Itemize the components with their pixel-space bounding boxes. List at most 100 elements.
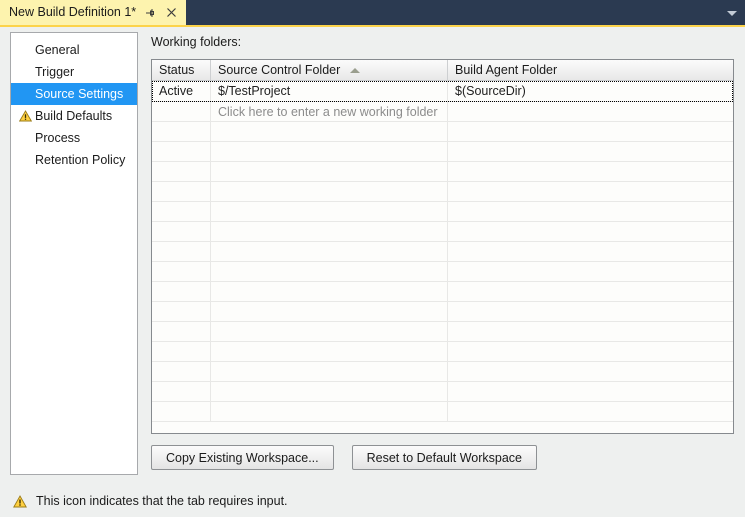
table-row-empty[interactable] (152, 342, 733, 362)
column-header-build-agent-folder[interactable]: Build Agent Folder (448, 60, 733, 80)
sidebar-item-label: Source Settings (35, 86, 124, 101)
table-row-empty[interactable] (152, 282, 733, 302)
table-row-empty[interactable] (152, 202, 733, 222)
tab-new-build-definition[interactable]: New Build Definition 1* (0, 0, 187, 25)
cell-empty[interactable] (448, 362, 733, 381)
cell-empty[interactable] (152, 362, 211, 381)
chevron-down-icon[interactable] (719, 0, 745, 25)
sidebar-item-general[interactable]: General (11, 39, 137, 61)
cell-empty[interactable] (448, 222, 733, 241)
sidebar-item-label: General (35, 42, 80, 57)
warning-triangle-icon (13, 494, 27, 508)
cell-build-agent-folder[interactable] (448, 102, 733, 121)
cell-new-folder-prompt[interactable]: Click here to enter a new working folder (211, 102, 448, 121)
table-row-empty[interactable] (152, 142, 733, 162)
cell-empty[interactable] (152, 242, 211, 261)
cell-empty[interactable] (152, 382, 211, 401)
table-row-empty[interactable] (152, 302, 733, 322)
cell-empty[interactable] (211, 142, 448, 161)
cell-empty[interactable] (448, 382, 733, 401)
cell-status[interactable] (152, 102, 211, 121)
cell-empty[interactable] (152, 262, 211, 281)
sort-ascending-icon (350, 67, 361, 73)
copy-existing-workspace-button[interactable]: Copy Existing Workspace... (151, 445, 334, 470)
cell-empty[interactable] (211, 402, 448, 421)
cell-empty[interactable] (211, 182, 448, 201)
table-row-empty[interactable] (152, 262, 733, 282)
cell-empty[interactable] (211, 322, 448, 341)
cell-empty[interactable] (448, 302, 733, 321)
workspace-button-row: Copy Existing Workspace... Reset to Defa… (151, 445, 538, 470)
cell-empty[interactable] (152, 222, 211, 241)
cell-empty[interactable] (211, 282, 448, 301)
cell-empty[interactable] (211, 342, 448, 361)
status-bar-message: This icon indicates that the tab require… (36, 494, 288, 508)
cell-empty[interactable] (152, 342, 211, 361)
close-icon[interactable] (164, 6, 178, 20)
status-bar: This icon indicates that the tab require… (0, 485, 745, 517)
cell-empty[interactable] (448, 142, 733, 161)
cell-empty[interactable] (152, 182, 211, 201)
cell-empty[interactable] (448, 202, 733, 221)
cell-empty[interactable] (211, 262, 448, 281)
cell-empty[interactable] (211, 302, 448, 321)
cell-empty[interactable] (211, 382, 448, 401)
cell-empty[interactable] (211, 362, 448, 381)
cell-empty[interactable] (211, 122, 448, 141)
cell-empty[interactable] (152, 302, 211, 321)
tab-bar-spacer (186, 0, 719, 25)
table-row-empty[interactable] (152, 242, 733, 262)
column-header-label: Status (159, 63, 195, 77)
cell-empty[interactable] (152, 142, 211, 161)
table-row-empty[interactable] (152, 182, 733, 202)
table-row-new-placeholder[interactable]: Click here to enter a new working folder (152, 102, 733, 122)
cell-empty[interactable] (448, 402, 733, 421)
table-row-empty[interactable] (152, 222, 733, 242)
cell-empty[interactable] (448, 242, 733, 261)
cell-empty[interactable] (152, 402, 211, 421)
cell-empty[interactable] (448, 282, 733, 301)
settings-tab-list-panel: General Trigger Source Settings Build De… (10, 32, 138, 475)
reset-to-default-workspace-button[interactable]: Reset to Default Workspace (351, 445, 538, 470)
grid-header-row: Status Source Control Folder Build Agent… (152, 60, 733, 81)
table-row-empty[interactable] (152, 362, 733, 382)
sidebar-item-label: Build Defaults (35, 108, 113, 123)
cell-empty[interactable] (448, 342, 733, 361)
column-header-status[interactable]: Status (152, 60, 211, 80)
settings-tab-list: General Trigger Source Settings Build De… (11, 33, 137, 171)
column-header-source-control-folder[interactable]: Source Control Folder (211, 60, 448, 80)
cell-empty[interactable] (152, 202, 211, 221)
sidebar-item-process[interactable]: Process (11, 127, 137, 149)
table-row-empty[interactable] (152, 402, 733, 422)
table-row-empty[interactable] (152, 322, 733, 342)
cell-empty[interactable] (211, 202, 448, 221)
cell-empty[interactable] (211, 242, 448, 261)
table-row-empty[interactable] (152, 122, 733, 142)
cell-empty[interactable] (152, 122, 211, 141)
cell-empty[interactable] (448, 262, 733, 281)
pin-icon[interactable] (143, 6, 157, 20)
cell-empty[interactable] (448, 122, 733, 141)
source-settings-pane: Working folders: Status Source Control F… (148, 32, 738, 475)
table-row-empty[interactable] (152, 382, 733, 402)
cell-empty[interactable] (152, 162, 211, 181)
table-row[interactable]: Active $/TestProject $(SourceDir) (152, 81, 733, 102)
table-row-empty[interactable] (152, 162, 733, 182)
grid-body: Active $/TestProject $(SourceDir) Click … (152, 81, 733, 422)
tab-label: New Build Definition 1* (9, 5, 137, 20)
cell-empty[interactable] (152, 322, 211, 341)
cell-status[interactable]: Active (152, 81, 211, 101)
sidebar-item-retention-policy[interactable]: Retention Policy (11, 149, 137, 171)
cell-empty[interactable] (448, 322, 733, 341)
cell-empty[interactable] (152, 282, 211, 301)
cell-empty[interactable] (211, 222, 448, 241)
cell-source-control-folder[interactable]: $/TestProject (211, 81, 448, 101)
cell-empty[interactable] (448, 162, 733, 181)
sidebar-item-source-settings[interactable]: Source Settings (11, 83, 137, 105)
cell-empty[interactable] (211, 162, 448, 181)
sidebar-item-trigger[interactable]: Trigger (11, 61, 137, 83)
cell-empty[interactable] (448, 182, 733, 201)
cell-build-agent-folder[interactable]: $(SourceDir) (448, 81, 733, 101)
working-folders-grid[interactable]: Status Source Control Folder Build Agent… (151, 59, 734, 434)
sidebar-item-build-defaults[interactable]: Build Defaults (11, 105, 137, 127)
